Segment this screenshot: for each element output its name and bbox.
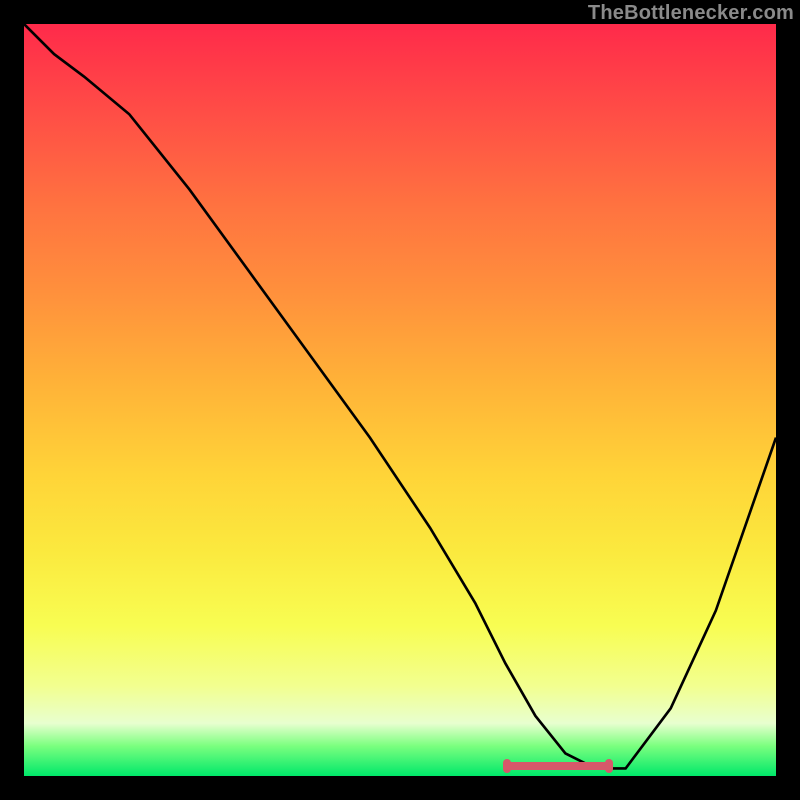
watermark-text: TheBottlenecker.com bbox=[588, 2, 794, 25]
chart-frame: TheBottlenecker.com bbox=[0, 0, 800, 800]
bottleneck-curve bbox=[24, 24, 776, 776]
minimum-marker bbox=[505, 762, 610, 770]
minimum-marker-cap-right bbox=[605, 759, 613, 773]
gradient-plot-area bbox=[24, 24, 776, 776]
minimum-marker-cap-left bbox=[503, 759, 511, 773]
